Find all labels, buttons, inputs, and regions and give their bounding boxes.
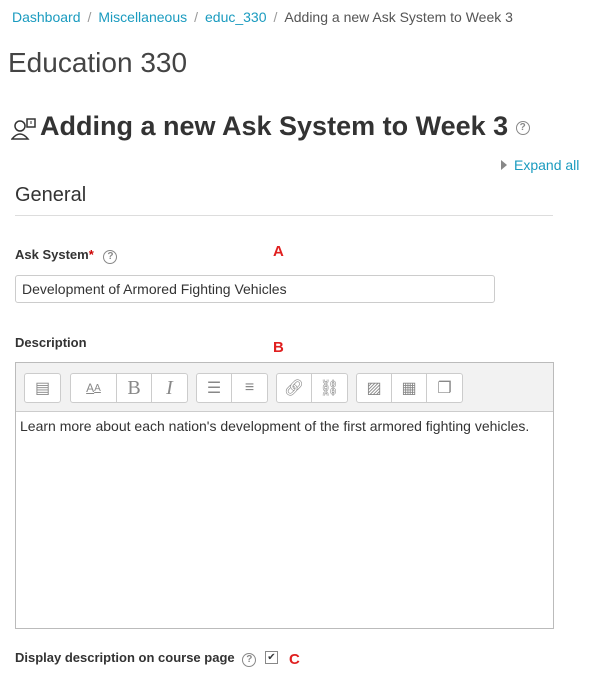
unlink-icon[interactable]: ⛓︎	[312, 374, 347, 402]
ordered-list-icon[interactable]: ≡	[232, 374, 267, 402]
breadcrumb-dashboard[interactable]: Dashboard	[12, 9, 81, 25]
divider	[15, 215, 553, 216]
description-label: Description	[15, 335, 87, 350]
page-title: Adding a new Ask System to Week 3 ?	[40, 111, 530, 142]
description-editor: ▤ AABI ☰ ≡ 🔗︎ ⛓︎ ▨ ▦ ❐ Learn more about each…	[15, 362, 554, 629]
italic-icon[interactable]: I	[152, 374, 187, 402]
bold-icon[interactable]: B	[117, 374, 152, 402]
breadcrumb-miscellaneous[interactable]: Miscellaneous	[98, 9, 187, 25]
display-description-label: Display description on course page ?	[15, 650, 257, 667]
image-icon[interactable]: ▨	[357, 374, 392, 402]
help-icon[interactable]: ?	[103, 250, 118, 264]
ask-system-label: Ask System* ?	[15, 247, 118, 264]
breadcrumb-current: Adding a new Ask System to Week 3	[284, 9, 513, 25]
annotation-c: C	[289, 651, 300, 668]
manage-files-icon[interactable]: ❐	[427, 374, 462, 402]
expand-all-label: Expand all	[514, 157, 580, 173]
annotation-b: B	[273, 339, 284, 356]
help-icon[interactable]: ?	[515, 120, 530, 135]
show-more-buttons-icon[interactable]: ▤	[25, 374, 60, 402]
editor-toolbar: ▤ AABI ☰ ≡ 🔗︎ ⛓︎ ▨ ▦ ❐	[16, 363, 553, 412]
triangle-right-icon	[501, 160, 507, 170]
unordered-list-icon[interactable]: ☰	[197, 374, 232, 402]
paragraph-styles-icon[interactable]: AA	[71, 374, 117, 402]
ask-system-icon	[11, 118, 36, 140]
breadcrumb: Dashboard / Miscellaneous / educ_330/Adding …	[12, 9, 513, 25]
description-content[interactable]: Learn more about each nation's developme…	[16, 412, 553, 440]
display-description-checkbox[interactable]: ✔	[265, 651, 278, 664]
section-general-header[interactable]: General	[15, 184, 86, 207]
breadcrumb-course[interactable]: educ_330	[205, 9, 267, 25]
expand-all-link[interactable]: Expand all	[501, 157, 579, 173]
ask-system-name-input[interactable]	[15, 275, 495, 303]
link-icon[interactable]: 🔗︎	[277, 374, 312, 402]
media-icon[interactable]: ▦	[392, 374, 427, 402]
course-title: Education 330	[8, 47, 188, 78]
annotation-a: A	[273, 243, 284, 260]
help-icon[interactable]: ?	[242, 653, 257, 667]
